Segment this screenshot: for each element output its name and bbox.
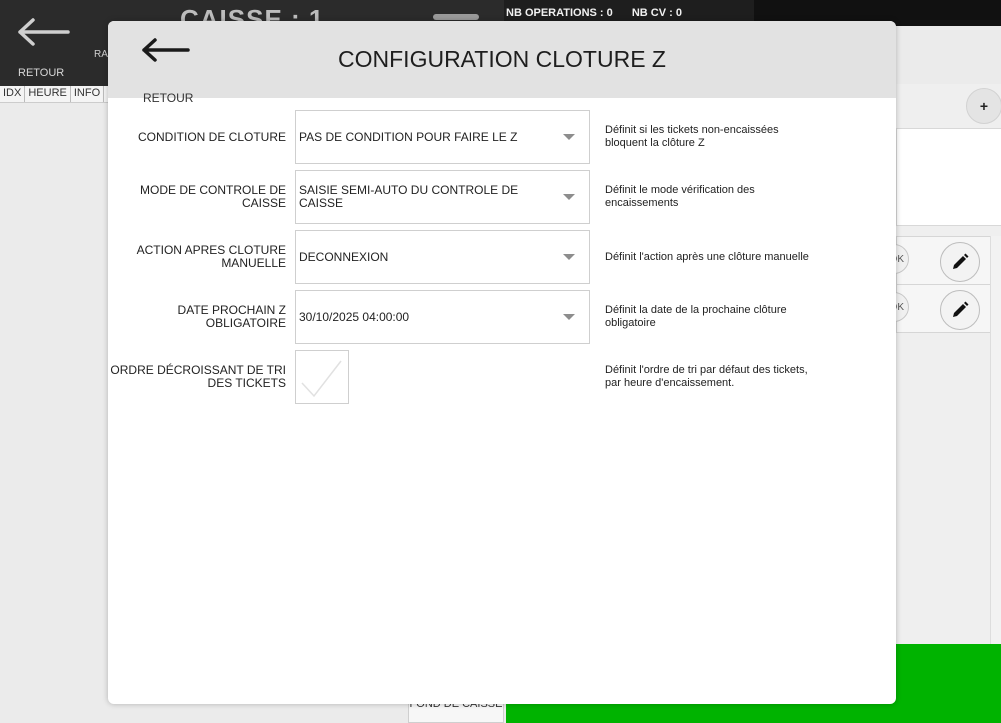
ordre-tri-checkbox[interactable]	[295, 350, 349, 404]
nb-operations: NB OPERATIONS : 0	[506, 7, 613, 19]
setting-row-ordre-tri: ORDRE DÉCROISSANT DE TRI DES TICKETS Déf…	[108, 350, 896, 404]
setting-description: Définit l'ordre de tri par défaut des ti…	[605, 364, 808, 389]
setting-row-mode-controle: MODE DE CONTROLE DE CAISSE SAISIE SEMI-A…	[108, 170, 896, 224]
setting-description: Définit si les tickets non-encaissées bl…	[605, 124, 779, 149]
chevron-down-icon	[563, 254, 575, 260]
add-button[interactable]: +	[966, 88, 1001, 124]
back-arrow-icon[interactable]	[18, 14, 70, 54]
edit-icon[interactable]	[940, 290, 980, 330]
select-value: PAS DE CONDITION POUR FAIRE LE Z	[299, 129, 518, 144]
dialog-header: RETOUR CONFIGURATION CLOTURE Z	[108, 21, 896, 105]
setting-row-date-prochain-z: DATE PROCHAIN Z OBLIGATOIRE 30/10/2025 0…	[108, 290, 896, 344]
setting-description: Définit le mode vérification des encaiss…	[605, 184, 755, 209]
dialog-back-label: RETOUR	[143, 91, 194, 105]
setting-label: DATE PROCHAIN Z OBLIGATOIRE	[177, 303, 286, 330]
setting-description: Définit la date de la prochaine clôture …	[605, 304, 787, 329]
date-prochain-z-select[interactable]: 30/10/2025 04:00:00	[295, 290, 590, 344]
mode-controle-select[interactable]: SAISIE SEMI-AUTO DU CONTROLE DE CAISSE	[295, 170, 590, 224]
list-item: OK	[879, 284, 994, 333]
info-card	[896, 128, 1001, 226]
ra-label: RA	[94, 49, 108, 60]
setting-label: ORDRE DÉCROISSANT DE TRI DES TICKETS	[110, 363, 286, 390]
back-label[interactable]: RETOUR	[18, 67, 64, 79]
config-cloture-dialog: RETOUR CONFIGURATION CLOTURE Z CONDITION…	[108, 21, 896, 704]
table-header: IDX HEURE INFO	[0, 86, 108, 103]
setting-row-condition-cloture: CONDITION DE CLOTURE PAS DE CONDITION PO…	[108, 110, 896, 164]
chevron-down-icon	[563, 314, 575, 320]
check-icon	[301, 360, 342, 398]
chevron-down-icon	[563, 134, 575, 140]
dialog-title: CONFIGURATION CLOTURE Z	[338, 46, 666, 72]
scrollbar[interactable]	[990, 236, 1001, 644]
action-apres-cloture-select[interactable]: DECONNEXION	[295, 230, 590, 284]
setting-row-action-apres-cloture: ACTION APRES CLOTURE MANUELLE DECONNEXIO…	[108, 230, 896, 284]
setting-description: Définit l'action après une clôture manue…	[605, 250, 809, 263]
column-info: INFO	[71, 86, 105, 102]
condition-cloture-select[interactable]: PAS DE CONDITION POUR FAIRE LE Z	[295, 110, 590, 164]
menu-icon[interactable]	[433, 14, 479, 20]
chevron-down-icon	[563, 194, 575, 200]
nb-cv: NB CV : 0	[631, 7, 682, 19]
setting-label: CONDITION DE CLOTURE	[137, 129, 286, 144]
select-value: DECONNEXION	[299, 249, 389, 264]
edit-icon[interactable]	[940, 242, 980, 282]
select-value: SAISIE SEMI-AUTO DU CONTROLE DE CAISSE	[299, 183, 519, 210]
column-idx: IDX	[0, 86, 26, 102]
setting-label: MODE DE CONTROLE DE CAISSE	[139, 183, 286, 210]
column-heure: HEURE	[25, 86, 71, 102]
list-item: OK	[879, 236, 994, 285]
setting-label: ACTION APRES CLOTURE MANUELLE	[136, 243, 286, 270]
select-value: 30/10/2025 04:00:00	[299, 309, 410, 324]
